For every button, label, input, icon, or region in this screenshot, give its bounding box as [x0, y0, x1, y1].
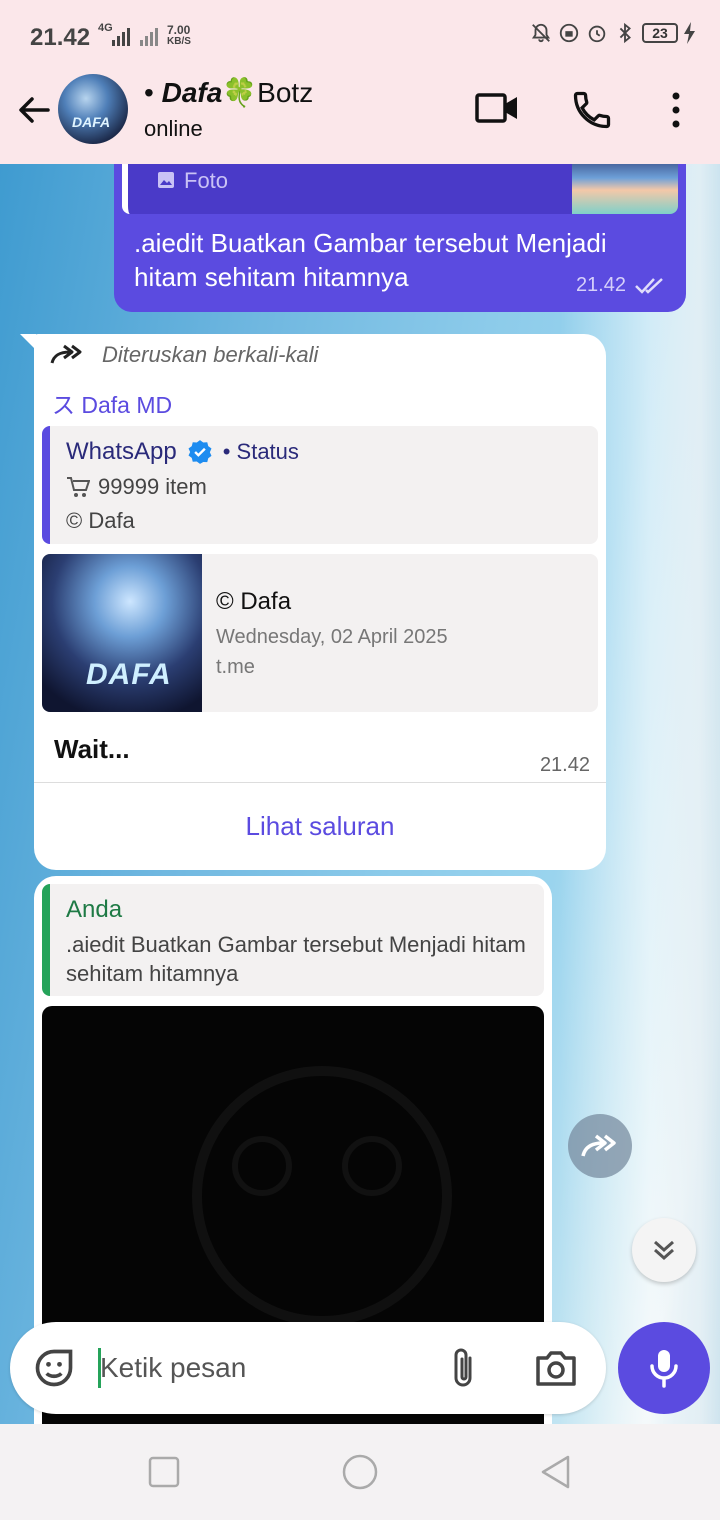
- quoted-reply[interactable]: Anda .aiedit Buatkan Gambar tersebut Men…: [42, 884, 544, 996]
- thumbnail-text: DAFA: [86, 658, 172, 691]
- avatar-text: DAFA: [72, 114, 111, 130]
- signal-icon: [112, 28, 158, 46]
- status-card-title: WhatsApp • Status: [66, 438, 299, 466]
- forward-icon: [581, 1134, 616, 1157]
- forwarded-label: Diteruskan berkali-kali: [50, 342, 318, 368]
- sent-message-time: 21.42: [575, 274, 626, 296]
- voice-message-button[interactable]: [618, 1322, 710, 1414]
- status-bar: 21.42 4G 7.00 KB/S 23: [0, 0, 720, 70]
- view-channel-button[interactable]: Lihat saluran: [34, 782, 606, 870]
- contact-status: online: [144, 116, 203, 141]
- attach-icon[interactable]: [448, 1346, 478, 1390]
- status-card-subtitle: • Status: [222, 439, 299, 464]
- message-input[interactable]: [100, 1342, 430, 1394]
- channel-message-time: 21.42: [539, 754, 590, 776]
- speed-value: 7.00: [167, 23, 191, 37]
- verified-badge-icon: [188, 440, 212, 464]
- status-card-items: 99999 item: [66, 474, 207, 500]
- camera-icon[interactable]: [534, 1348, 578, 1388]
- contact-avatar[interactable]: DAFA: [58, 74, 128, 144]
- forwarded-channel-message[interactable]: Diteruskan berkali-kali ス Dafa MD WhatsA…: [34, 334, 606, 870]
- bluetooth-icon: [619, 22, 631, 44]
- microphone-icon: [650, 1350, 678, 1388]
- voice-call-icon[interactable]: [570, 88, 614, 132]
- network-speed: 7.00 KB/S: [167, 24, 191, 48]
- image-shadow-shape: [342, 1136, 402, 1196]
- link-preview-title: © Dafa: [216, 588, 292, 615]
- speed-unit: KB/S: [167, 36, 191, 47]
- cart-icon: [67, 477, 90, 497]
- vpn-icon: [559, 23, 579, 43]
- quoted-photo-label: Foto: [156, 168, 228, 194]
- forwarded-label-text: Diteruskan berkali-kali: [102, 342, 319, 367]
- contact-name[interactable]: • Dafa🍀Botz: [144, 76, 313, 109]
- name-suffix: Botz: [257, 77, 314, 108]
- chat-area[interactable]: Foto .aiedit Buatkan Gambar tersebut Men…: [0, 164, 720, 1424]
- recent-apps-icon[interactable]: [146, 1454, 182, 1490]
- back-nav-icon[interactable]: [538, 1454, 574, 1490]
- status-icons: 23: [530, 22, 696, 44]
- status-card-copyright: © Dafa: [66, 508, 135, 533]
- message-input-bar: [10, 1322, 606, 1414]
- image-shadow-shape: [192, 1066, 452, 1326]
- link-preview-thumbnail: DAFA: [42, 554, 202, 712]
- link-preview-domain: t.me: [216, 656, 255, 678]
- forward-button[interactable]: [568, 1114, 632, 1178]
- link-preview-date: Wednesday, 02 April 2025: [216, 626, 448, 648]
- battery-indicator: 23: [642, 23, 678, 43]
- name-prefix: •: [144, 77, 162, 108]
- quoted-photo[interactable]: Foto: [122, 164, 678, 214]
- channel-message-text: Wait...: [54, 734, 130, 764]
- back-arrow-icon[interactable]: [14, 90, 54, 130]
- quoted-author: Anda: [66, 896, 123, 923]
- status-card-app: WhatsApp: [66, 438, 177, 465]
- double-check-icon: [635, 277, 663, 294]
- quoted-text: .aiedit Buatkan Gambar tersebut Menjadi …: [66, 932, 526, 986]
- clover-emoji: 🍀: [222, 77, 258, 108]
- forwarded-many-icon: [50, 344, 82, 364]
- more-options-icon[interactable]: [664, 88, 688, 132]
- alarm-icon: [588, 25, 606, 43]
- status-card[interactable]: WhatsApp • Status 99999 item © Dafa: [42, 426, 598, 544]
- photo-label-text: Foto: [184, 168, 229, 193]
- status-time: 21.42: [30, 24, 91, 51]
- sent-message-bubble[interactable]: Foto .aiedit Buatkan Gambar tersebut Men…: [114, 164, 686, 312]
- system-navigation-bar: [0, 1424, 720, 1520]
- channel-name[interactable]: ス Dafa MD: [52, 386, 172, 420]
- quoted-photo-thumbnail: [572, 164, 678, 214]
- image-icon: [158, 172, 174, 188]
- name-bold: Dafa: [161, 77, 223, 108]
- scroll-to-bottom-button[interactable]: [632, 1218, 696, 1282]
- channel-name-text: Dafa MD: [81, 392, 173, 418]
- network-type: 4G: [98, 22, 113, 34]
- sticker-icon[interactable]: [32, 1346, 76, 1390]
- chat-header: DAFA • Dafa🍀Botz online: [0, 70, 720, 164]
- double-chevron-down-icon: [654, 1240, 674, 1261]
- sent-message-meta: 21.42: [576, 274, 666, 297]
- channel-icon: ス: [52, 392, 82, 418]
- video-call-icon[interactable]: [474, 88, 520, 128]
- home-icon[interactable]: [340, 1454, 380, 1494]
- link-preview-card[interactable]: DAFA © Dafa Wednesday, 02 April 2025 t.m…: [42, 554, 598, 712]
- items-count: 99999 item: [98, 474, 207, 499]
- mute-bell-icon: [531, 23, 551, 43]
- charging-icon: [684, 22, 695, 44]
- image-shadow-shape: [232, 1136, 292, 1196]
